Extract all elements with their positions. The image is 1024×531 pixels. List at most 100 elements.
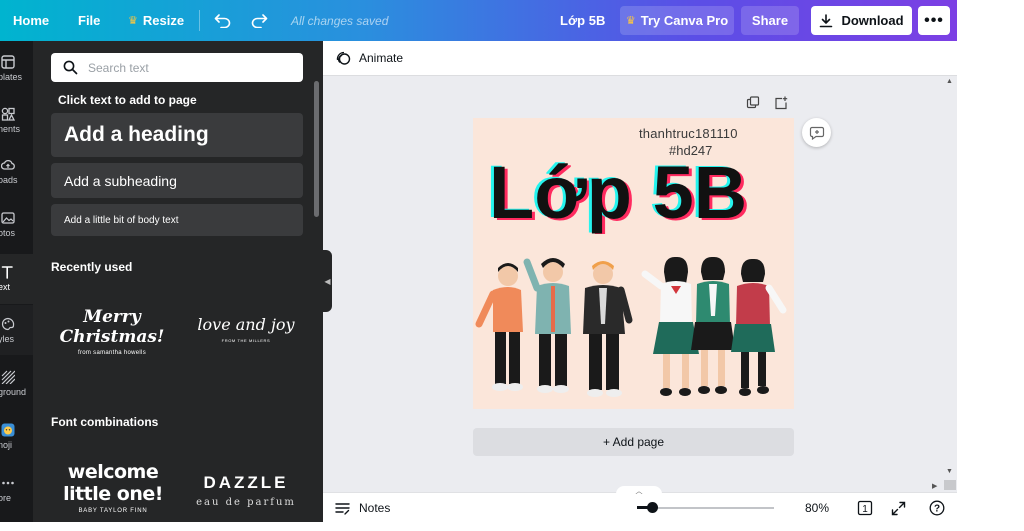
resize-button[interactable]: ♛ Resize — [128, 0, 184, 41]
design-username-text[interactable]: thanhtruc181110 — [639, 126, 738, 141]
animate-icon — [336, 51, 351, 65]
download-button[interactable]: Download — [811, 6, 912, 35]
canva-editor: Home File ♛ Resize All changes saved Lớp… — [0, 0, 957, 522]
search-input[interactable] — [88, 60, 278, 75]
page-count-button[interactable]: 1 — [857, 500, 873, 516]
canvas-scrollbar[interactable] — [943, 76, 957, 492]
students-illustration — [475, 256, 787, 397]
rail-label: noji — [0, 440, 13, 450]
text-panel: Click text to add to page Add a heading … — [33, 41, 323, 522]
sample-text: DAZZLE — [203, 473, 289, 492]
rail-item-elements[interactable]: nents — [0, 107, 33, 137]
add-heading-button[interactable]: Add a heading — [51, 113, 303, 157]
editor-toolbar: Animate — [323, 41, 957, 76]
title-main: Lớp 5B — [489, 154, 747, 234]
student-figure — [731, 258, 787, 396]
chevron-up-icon: ︿ — [635, 487, 643, 495]
font-combinations-heading: Font combinations — [51, 415, 159, 429]
background-icon — [1, 370, 15, 384]
animate-button[interactable]: Animate — [335, 41, 403, 75]
font-sample-merry-christmas[interactable]: Merry Christmas! from samantha howells — [53, 307, 171, 356]
home-button[interactable]: Home — [13, 0, 49, 41]
sample-text: Christmas! — [59, 327, 165, 347]
more-options-button[interactable]: ••• — [918, 6, 950, 35]
collapse-panel-button[interactable]: ◀ — [323, 250, 332, 312]
fullscreen-button[interactable] — [890, 500, 906, 516]
share-button[interactable]: Share — [741, 6, 799, 35]
sample-text: welcome — [67, 461, 159, 483]
click-text-hint: Click text to add to page — [58, 93, 197, 107]
add-page-icon — [775, 96, 788, 110]
rail-item-emoji[interactable]: noji — [0, 423, 33, 453]
rail-item-styles[interactable]: yles — [0, 305, 33, 355]
scroll-right-arrow[interactable]: ▶ — [932, 482, 937, 490]
add-body-text-button[interactable]: Add a little bit of body text — [51, 204, 303, 236]
font-combo-dazzle[interactable]: DAZZLE eau de parfum — [186, 473, 306, 508]
sample-subtext: eau de parfum — [196, 497, 296, 508]
photos-icon — [1, 212, 15, 224]
redo-button[interactable] — [248, 0, 270, 41]
rail-label: oads — [0, 175, 18, 185]
sample-subtext: FROM THE MILLERS — [221, 338, 271, 343]
rail-label: yles — [0, 334, 15, 344]
expand-pages-button[interactable]: ︿ — [616, 486, 662, 495]
sample-subtext: BABY TAYLOR FINN — [78, 508, 148, 514]
bottom-bar: ︿ Notes 80% 1 ? — [323, 486, 957, 522]
student-figure — [691, 256, 735, 394]
undo-button[interactable] — [211, 0, 233, 41]
help-mark: ? — [934, 504, 940, 515]
rail-item-more[interactable]: ore — [0, 476, 33, 506]
download-label: Download — [841, 13, 904, 28]
panel-scrollbar[interactable] — [314, 81, 319, 217]
scroll-down-arrow[interactable]: ▼ — [946, 468, 953, 475]
rail-label: ground — [0, 387, 27, 397]
rail-item-photos[interactable]: otos — [0, 211, 33, 241]
page-count: 1 — [862, 504, 868, 515]
design-page[interactable]: thanhtruc181110 #hd247 Lớp 5B Lớp 5B Lớp… — [473, 118, 794, 409]
student-figure — [475, 263, 523, 391]
zoom-slider-handle[interactable] — [647, 502, 659, 513]
emoji-icon — [1, 423, 15, 437]
zoom-level[interactable]: 80% — [805, 493, 829, 522]
save-status: All changes saved — [291, 13, 389, 28]
duplicate-page-button[interactable] — [746, 96, 760, 110]
add-page-button[interactable]: + Add page — [473, 428, 794, 456]
rail-label: otos — [0, 228, 16, 238]
fullscreen-icon — [891, 501, 905, 515]
rail-label: ore — [0, 493, 12, 503]
search-box[interactable] — [51, 53, 303, 82]
add-page-button-small[interactable] — [774, 96, 788, 110]
undo-icon — [214, 13, 230, 28]
rail-item-text[interactable]: ext — [0, 254, 33, 304]
scroll-corner — [944, 480, 956, 490]
zoom-slider[interactable] — [642, 507, 774, 509]
redo-icon — [251, 13, 267, 28]
add-subheading-button[interactable]: Add a subheading — [51, 163, 303, 198]
search-icon — [63, 60, 78, 75]
rail-item-background[interactable]: ground — [0, 370, 33, 400]
rail-item-uploads[interactable]: oads — [0, 158, 33, 188]
sample-text: Merry — [83, 307, 141, 327]
scroll-up-arrow[interactable]: ▲ — [946, 78, 953, 85]
notes-button[interactable]: Notes — [335, 493, 390, 522]
notes-label: Notes — [359, 501, 391, 515]
templates-icon — [1, 55, 15, 69]
outside-area-bottom — [0, 522, 1024, 531]
download-icon — [820, 13, 833, 27]
page-tools — [746, 96, 788, 110]
design-title-text[interactable]: Lớp 5B Lớp 5B Lớp 5B — [485, 154, 794, 234]
file-menu[interactable]: File — [78, 0, 100, 41]
font-combo-welcome-little-one[interactable]: welcome little one! BABY TAYLOR FINN — [55, 461, 171, 514]
student-figure — [523, 258, 571, 393]
help-button[interactable]: ? — [929, 500, 945, 516]
rail-label: nents — [0, 124, 21, 134]
design-title[interactable]: Lớp 5B — [560, 0, 605, 41]
try-canva-pro-button[interactable]: ♛ Try Canva Pro — [620, 6, 734, 35]
font-sample-love-and-joy[interactable]: love and joy FROM THE MILLERS — [186, 315, 306, 344]
rail-item-templates[interactable]: plates — [0, 55, 33, 85]
sample-text: love and joy — [197, 315, 295, 334]
notes-icon — [335, 502, 350, 515]
add-comment-button[interactable] — [802, 118, 831, 147]
resize-label: Resize — [142, 13, 185, 28]
student-figure — [583, 261, 633, 397]
